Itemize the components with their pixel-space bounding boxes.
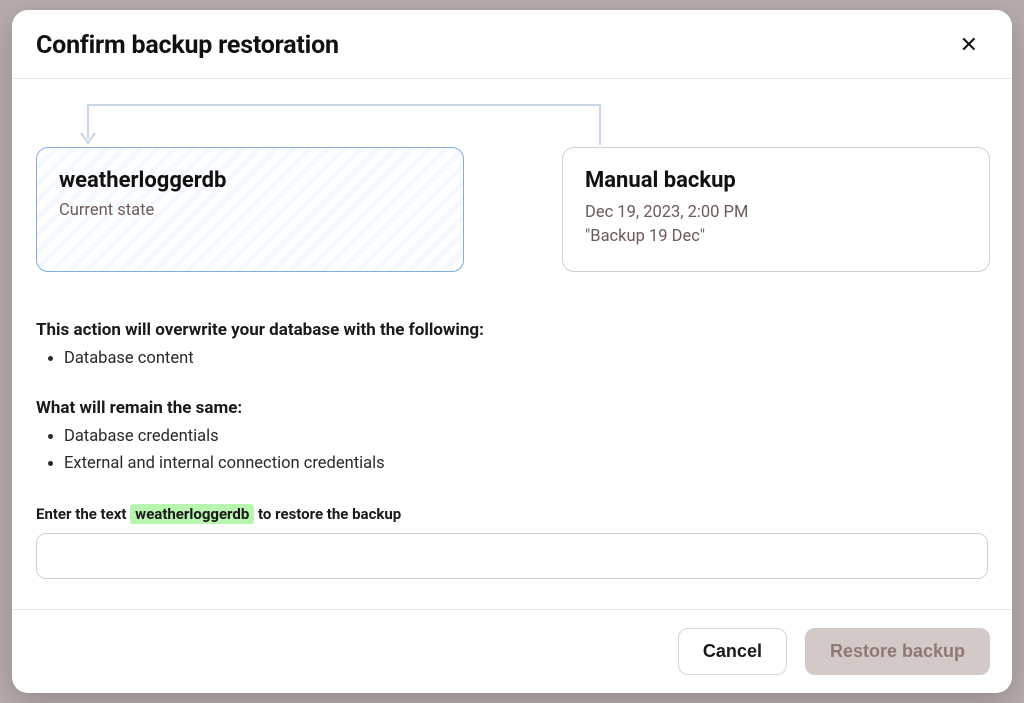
current-state-label: Current state	[59, 201, 441, 220]
backup-timestamp: Dec 19, 2023, 2:00 PM	[585, 203, 748, 222]
overwrite-heading: This action will overwrite your database…	[36, 320, 988, 340]
backup-type: Manual backup	[585, 168, 967, 193]
list-item: Database credentials	[64, 424, 988, 450]
confirm-instruction: Enter the text weatherloggerdb to restor…	[36, 505, 988, 523]
remain-heading: What will remain the same:	[36, 398, 988, 418]
backup-name: "Backup 19 Dec"	[585, 227, 705, 246]
backup-details: Dec 19, 2023, 2:00 PM "Backup 19 Dec"	[585, 201, 967, 249]
remain-list: Database credentials External and intern…	[36, 424, 988, 477]
modal-header: Confirm backup restoration ✕	[12, 10, 1012, 79]
modal-body: weatherloggerdb Current state Manual bac…	[12, 79, 1012, 609]
current-state-card: weatherloggerdb Current state	[36, 147, 464, 272]
overwrite-block: This action will overwrite your database…	[36, 320, 988, 372]
restore-backup-modal: Confirm backup restoration ✕ weatherlogg…	[12, 10, 1012, 693]
restore-direction-connector	[48, 99, 988, 147]
remain-block: What will remain the same: Database cred…	[36, 398, 988, 477]
confirm-suffix: to restore the backup	[258, 505, 401, 523]
confirm-token: weatherloggerdb	[130, 504, 254, 524]
close-button[interactable]: ✕	[954, 30, 984, 60]
modal-footer: Cancel Restore backup	[12, 609, 1012, 693]
confirm-prefix: Enter the text	[36, 505, 130, 523]
confirm-input[interactable]	[36, 533, 988, 579]
list-item: External and internal connection credent…	[64, 451, 988, 477]
modal-title: Confirm backup restoration	[36, 31, 339, 60]
restore-backup-button[interactable]: Restore backup	[805, 628, 990, 675]
backup-card: Manual backup Dec 19, 2023, 2:00 PM "Bac…	[562, 147, 990, 272]
arrow-icon	[48, 99, 608, 151]
database-name: weatherloggerdb	[59, 168, 441, 193]
state-cards: weatherloggerdb Current state Manual bac…	[36, 147, 988, 272]
list-item: Database content	[64, 346, 988, 372]
cancel-button[interactable]: Cancel	[678, 628, 787, 675]
overwrite-list: Database content	[36, 346, 988, 372]
close-icon: ✕	[960, 32, 978, 57]
